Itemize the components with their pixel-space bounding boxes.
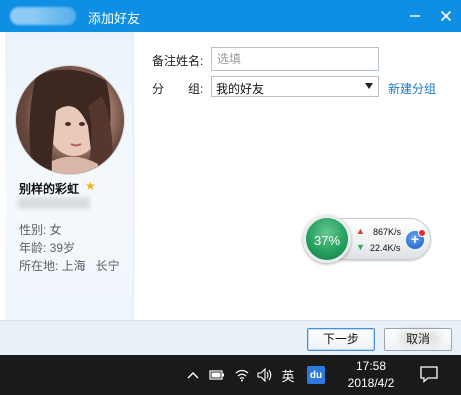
clock-time: 17:58 [355, 359, 387, 373]
group-label: 分 组: [152, 80, 203, 97]
download-arrow-icon: ▼ [356, 242, 365, 252]
download-rate: 22.4K/s [370, 243, 401, 253]
group-select-value: 我的好友 [216, 82, 265, 96]
speed-percent: 37% [313, 233, 341, 248]
title-bar: 添加好友 [0, 0, 461, 32]
dialog-button-bar: 下一步 取消 [0, 320, 461, 355]
remark-input[interactable] [211, 47, 379, 71]
location-info: 所在地: 上海 长宁 [19, 257, 120, 274]
blurred-account-id [18, 197, 90, 209]
minimize-button[interactable] [403, 4, 427, 28]
location-label: 所在地: 上海 [19, 259, 86, 273]
location-city: 长宁 [95, 259, 120, 273]
friend-nickname: 别样的彩虹 [19, 182, 80, 196]
speed-ball[interactable]: 37% [303, 215, 351, 263]
volume-icon[interactable] [256, 365, 274, 385]
battery-icon[interactable] [208, 365, 226, 385]
group-select[interactable]: 我的好友 [211, 76, 379, 97]
group-label-part1: 分 [152, 82, 165, 96]
blurred-region [400, 330, 440, 344]
blurred-app-logo [10, 7, 76, 25]
baidu-input-icon[interactable]: du [307, 366, 325, 384]
upload-rate: 867K/s [373, 227, 402, 237]
avatar-photo [29, 69, 113, 174]
avatar [15, 65, 125, 175]
notification-dot [418, 229, 426, 237]
taskbar-clock[interactable]: 17:58 2018/4/2 [335, 358, 407, 392]
close-button[interactable] [434, 4, 458, 28]
wifi-icon[interactable] [234, 365, 250, 385]
close-icon [440, 10, 452, 22]
window-title: 添加好友 [88, 11, 141, 26]
taskbar: 英 du 17:58 2018/4/2 [0, 355, 461, 395]
new-group-link[interactable]: 新建分组 [388, 80, 436, 97]
minimize-icon [410, 15, 420, 17]
chevron-up-icon[interactable] [186, 365, 200, 385]
remark-label: 备注姓名: [152, 54, 204, 68]
age-info: 年龄: 39岁 [19, 241, 76, 255]
action-center-icon[interactable] [419, 365, 439, 385]
star-icon: ★ [85, 179, 96, 193]
profile-panel: 别样的彩虹 ★ 性别: 女 年龄: 39岁 所在地: 上海 长宁 [5, 32, 134, 320]
clock-date: 2018/4/2 [347, 376, 395, 390]
next-button[interactable]: 下一步 [307, 328, 375, 351]
group-label-part2: 组: [188, 82, 204, 96]
network-speed-widget[interactable]: 37% ▲ 867K/s ▼ 22.4K/s + [303, 215, 431, 263]
input-method-indicator[interactable]: 英 [280, 365, 296, 385]
gender-info: 性别: 女 [19, 223, 62, 237]
upload-arrow-icon: ▲ [356, 226, 365, 236]
chevron-down-icon [365, 83, 373, 89]
